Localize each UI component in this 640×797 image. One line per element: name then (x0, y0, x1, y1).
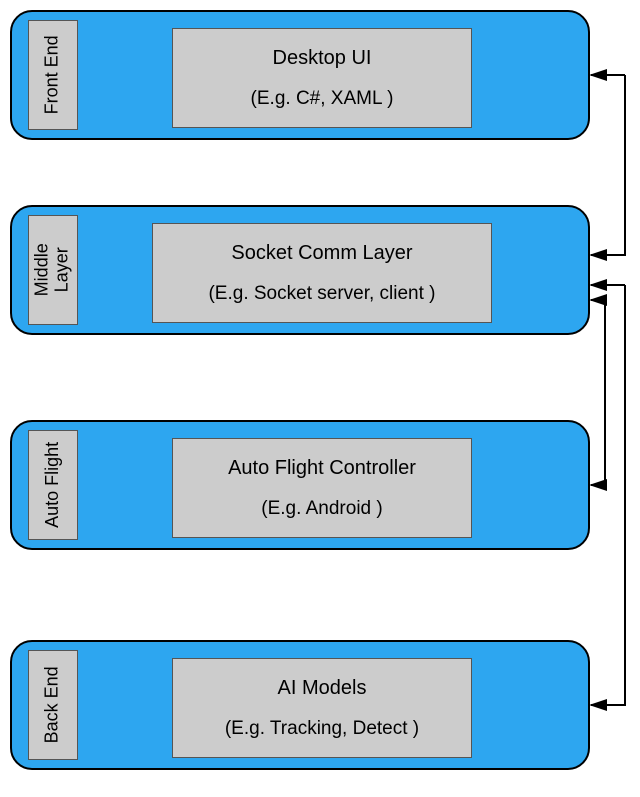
backend-layer: Back End AI Models (E.g. Tracking, Detec… (10, 640, 590, 770)
arrow-middle-backend (591, 285, 625, 705)
autoflight-inner-box: Auto Flight Controller (E.g. Android ) (172, 438, 472, 538)
backend-subtitle: (E.g. Tracking, Detect ) (225, 716, 419, 743)
middle-inner-box: Socket Comm Layer (E.g. Socket server, c… (152, 223, 492, 323)
autoflight-side-label: Auto Flight (28, 430, 78, 540)
frontend-side-label: Front End (28, 20, 78, 130)
frontend-layer: Front End Desktop UI (E.g. C#, XAML ) (10, 10, 590, 140)
middle-subtitle: (E.g. Socket server, client ) (208, 281, 435, 308)
backend-inner-box: AI Models (E.g. Tracking, Detect ) (172, 658, 472, 758)
frontend-side-text: Front End (43, 35, 63, 114)
backend-title: AI Models (278, 674, 367, 702)
middle-title: Socket Comm Layer (231, 239, 412, 267)
backend-side-label: Back End (28, 650, 78, 760)
frontend-inner-box: Desktop UI (E.g. C#, XAML ) (172, 28, 472, 128)
autoflight-side-text: Auto Flight (43, 442, 63, 528)
middle-layer: Middle Layer Socket Comm Layer (E.g. Soc… (10, 205, 590, 335)
frontend-subtitle: (E.g. C#, XAML ) (251, 86, 394, 113)
autoflight-layer: Auto Flight Auto Flight Controller (E.g.… (10, 420, 590, 550)
frontend-title: Desktop UI (273, 44, 372, 72)
middle-side-label: Middle Layer (28, 215, 78, 325)
backend-side-text: Back End (43, 666, 63, 743)
autoflight-subtitle: (E.g. Android ) (261, 496, 382, 523)
middle-side-text: Middle Layer (33, 243, 73, 296)
autoflight-title: Auto Flight Controller (228, 454, 416, 482)
arrow-middle-autoflight (591, 300, 605, 485)
arrow-frontend-middle (591, 75, 625, 255)
